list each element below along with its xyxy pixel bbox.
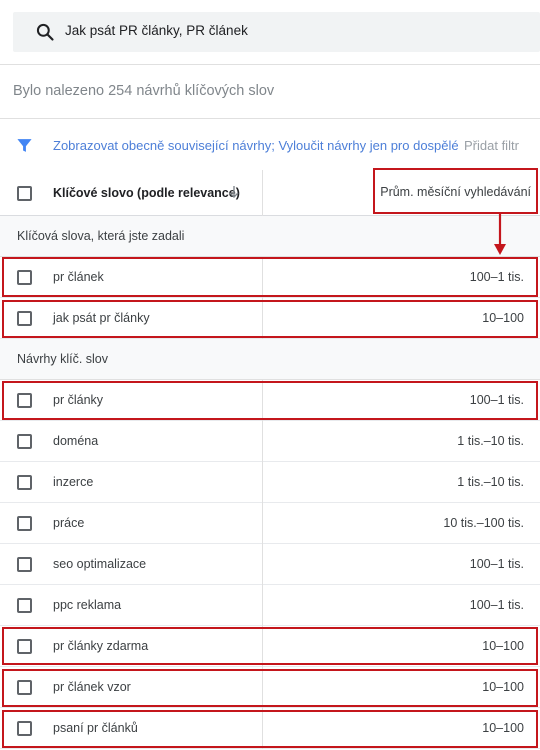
select-all-checkbox[interactable] (17, 186, 32, 201)
table-row[interactable]: pr článek vzor 10–100 (0, 667, 540, 708)
table-row[interactable]: psaní pr článků 10–100 (0, 708, 540, 749)
row-checkbox[interactable] (17, 475, 32, 490)
volume-cell: 100–1 tis. (469, 557, 524, 571)
keyword-cell: seo optimalizace (53, 557, 147, 571)
divider (0, 64, 540, 65)
table-row[interactable]: ppc reklama 100–1 tis. (0, 585, 540, 626)
column-volume[interactable]: Prům. měsíční vyhledávání (380, 185, 531, 199)
column-divider (262, 544, 263, 585)
volume-cell: 100–1 tis. (469, 393, 524, 407)
keyword-cell: psaní pr článků (53, 721, 138, 735)
column-divider (262, 298, 263, 339)
annotation-arrow-down-icon (494, 214, 506, 255)
row-checkbox[interactable] (17, 721, 32, 736)
keyword-cell: pr články (53, 393, 104, 407)
column-divider (262, 380, 263, 421)
search-icon[interactable] (35, 22, 55, 42)
results-count: Bylo nalezeno 254 návrhů klíčových slov (13, 83, 275, 99)
volume-cell: 10–100 (482, 639, 524, 653)
filter-icon[interactable] (16, 137, 33, 154)
table-row[interactable]: doména 1 tis.–10 tis. (0, 421, 540, 462)
table-row[interactable]: práce 10 tis.–100 tis. (0, 503, 540, 544)
table-header: Klíčové slovo (podle relevance) Prům. mě… (0, 170, 540, 216)
row-checkbox[interactable] (17, 434, 32, 449)
column-divider (262, 462, 263, 503)
keyword-cell: jak psát pr články (53, 311, 150, 325)
search-bar[interactable]: Jak psát PR články, PR článek (13, 12, 540, 52)
column-divider (262, 421, 263, 462)
volume-cell: 10–100 (482, 680, 524, 694)
volume-cell: 10–100 (482, 311, 524, 325)
volume-cell: 100–1 tis. (469, 270, 524, 284)
volume-cell: 10 tis.–100 tis. (443, 516, 524, 530)
column-keyword[interactable]: Klíčové slovo (podle relevance) (53, 186, 240, 200)
keyword-cell: pr článek vzor (53, 680, 131, 694)
column-divider (262, 503, 263, 544)
row-checkbox[interactable] (17, 680, 32, 695)
table-row[interactable]: inzerce 1 tis.–10 tis. (0, 462, 540, 503)
table-row[interactable]: jak psát pr články 10–100 (0, 298, 540, 339)
row-checkbox[interactable] (17, 311, 32, 326)
keyword-cell: inzerce (53, 475, 94, 489)
group-header-entered: Klíčová slova, která jste zadali (0, 216, 540, 257)
table-row[interactable]: seo optimalizace 100–1 tis. (0, 544, 540, 585)
table-row[interactable]: pr článek 100–1 tis. (0, 257, 540, 298)
keyword-cell: doména (53, 434, 99, 448)
filter-bar: Zobrazovat obecně související návrhy; Vy… (0, 130, 540, 160)
volume-cell: 1 tis.–10 tis. (457, 475, 524, 489)
filter-link[interactable]: Zobrazovat obecně související návrhy; Vy… (53, 138, 459, 153)
group-label: Klíčová slova, která jste zadali (17, 229, 185, 243)
group-label: Návrhy klíč. slov (17, 352, 108, 366)
column-divider (262, 708, 263, 749)
keyword-cell: pr články zdarma (53, 639, 149, 653)
search-query[interactable]: Jak psát PR články, PR článek (65, 23, 248, 38)
table-row[interactable]: pr články 100–1 tis. (0, 380, 540, 421)
row-checkbox[interactable] (17, 393, 32, 408)
column-divider (262, 257, 263, 298)
sort-arrow-down-icon[interactable] (228, 185, 240, 199)
group-header-suggested: Návrhy klíč. slov (0, 339, 540, 380)
column-divider (262, 626, 263, 667)
keyword-cell: ppc reklama (53, 598, 122, 612)
divider (0, 118, 540, 119)
row-checkbox[interactable] (17, 557, 32, 572)
volume-cell: 1 tis.–10 tis. (457, 434, 524, 448)
volume-cell: 100–1 tis. (469, 598, 524, 612)
column-divider (262, 170, 263, 216)
volume-cell: 10–100 (482, 721, 524, 735)
row-checkbox[interactable] (17, 516, 32, 531)
table-row[interactable]: pr články zdarma 10–100 (0, 626, 540, 667)
keyword-cell: pr článek (53, 270, 104, 284)
row-checkbox[interactable] (17, 270, 32, 285)
keyword-cell: práce (53, 516, 85, 530)
row-checkbox[interactable] (17, 598, 32, 613)
column-divider (262, 667, 263, 708)
add-filter-button[interactable]: Přidat filtr (464, 138, 519, 153)
row-checkbox[interactable] (17, 639, 32, 654)
column-divider (262, 585, 263, 626)
